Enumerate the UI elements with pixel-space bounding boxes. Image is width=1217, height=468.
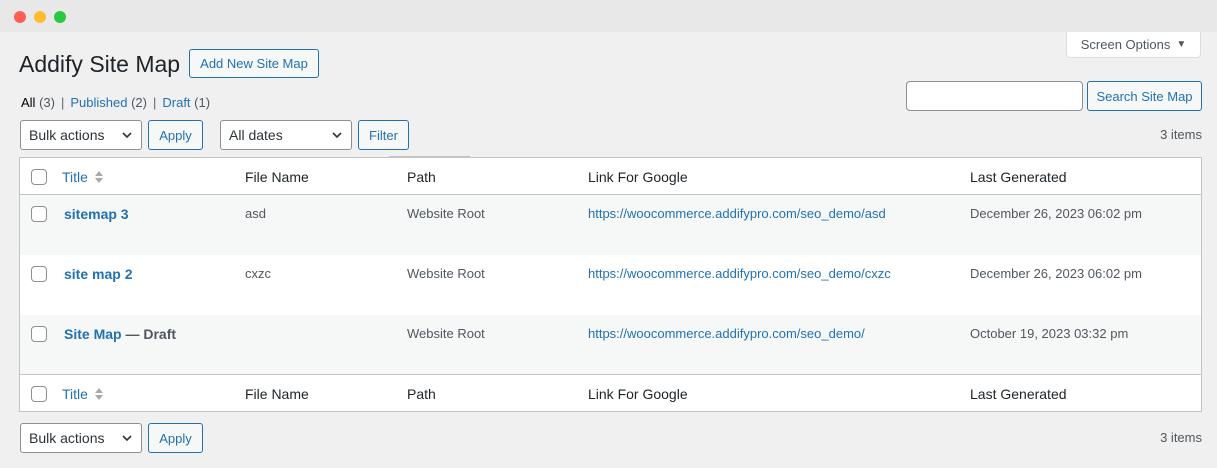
column-title-sortable[interactable]: Title (62, 386, 104, 402)
view-all-label: All (21, 95, 36, 110)
table-footer: Title File Name Path Link For Google Las… (20, 374, 1201, 411)
row-last-generated: December 26, 2023 06:02 pm (970, 266, 1142, 281)
row-checkbox[interactable] (31, 266, 47, 282)
page-title: Addify Site Map (19, 51, 181, 77)
view-published-count: (2) (131, 95, 147, 110)
window-close-icon[interactable] (14, 11, 26, 23)
dates-value: All dates (229, 127, 283, 143)
filter-button[interactable]: Filter (358, 120, 409, 150)
row-file-name: cxzc (245, 266, 271, 281)
column-link: Link For Google (588, 169, 688, 185)
dates-select[interactable]: All dates (220, 120, 352, 150)
row-last-generated: October 19, 2023 03:32 pm (970, 326, 1129, 341)
row-last-generated: December 26, 2023 06:02 pm (970, 206, 1142, 221)
view-filters: All (3) | Published (2) | Draft (1) (21, 95, 210, 110)
apply-button-bottom[interactable]: Apply (148, 423, 203, 453)
screen-options-label: Screen Options (1080, 37, 1171, 52)
screen-options-button[interactable]: Screen Options ▼ (1066, 32, 1201, 58)
column-file-name: File Name (245, 169, 309, 185)
view-all[interactable]: All (3) (21, 95, 55, 110)
chevron-down-icon (332, 132, 342, 139)
bulk-actions-value: Bulk actions (29, 430, 105, 446)
add-new-site-map-button[interactable]: Add New Site Map (189, 49, 319, 78)
site-map-table: Title File Name Path Link For Google Las… (19, 156, 1202, 412)
sort-arrows-icon (94, 388, 103, 400)
row-checkbox[interactable] (31, 326, 47, 342)
row-checkbox[interactable] (31, 206, 47, 222)
search-site-map-button[interactable]: Search Site Map (1087, 81, 1202, 111)
row-state: — Draft (121, 326, 177, 342)
items-count-top: 3 items (1160, 127, 1202, 142)
items-count-bottom: 3 items (1160, 430, 1202, 445)
table-row: site map 2 cxzc Website Root https://woo… (20, 255, 1201, 315)
view-published-label[interactable]: Published (70, 95, 127, 110)
window-maximize-icon[interactable] (54, 11, 66, 23)
row-title-link[interactable]: sitemap 3 (64, 206, 129, 222)
row-link[interactable]: https://woocommerce.addifypro.com/seo_de… (588, 206, 886, 221)
caret-down-icon: ▼ (1176, 39, 1187, 50)
column-link: Link For Google (588, 386, 688, 402)
select-all-checkbox[interactable] (31, 169, 47, 185)
view-separator: | (152, 95, 157, 110)
column-path: Path (407, 169, 436, 185)
view-draft-label[interactable]: Draft (162, 95, 190, 110)
apply-button-top[interactable]: Apply (148, 120, 203, 150)
column-title-sortable[interactable]: Title (62, 169, 104, 185)
row-link[interactable]: https://woocommerce.addifypro.com/seo_de… (588, 266, 891, 281)
column-title-label: Title (62, 386, 88, 402)
bulk-actions-select-bottom[interactable]: Bulk actions (20, 423, 142, 453)
view-separator: | (60, 95, 65, 110)
select-all-checkbox-bottom[interactable] (31, 386, 47, 402)
column-divider (389, 156, 470, 157)
view-draft-count: (1) (194, 95, 211, 110)
window-titlebar (0, 0, 1217, 32)
bulk-actions-select-top[interactable]: Bulk actions (20, 120, 142, 150)
row-title: sitemap 3 (64, 206, 129, 222)
table-row: Site Map — Draft Website Root https://wo… (20, 315, 1201, 374)
window-minimize-icon[interactable] (34, 11, 46, 23)
column-last-generated: Last Generated (970, 169, 1067, 185)
row-title: Site Map (64, 326, 122, 342)
row-link[interactable]: https://woocommerce.addifypro.com/seo_de… (588, 326, 865, 341)
row-path: Website Root (407, 326, 485, 341)
table-header: Title File Name Path Link For Google Las… (20, 158, 1201, 195)
row-path: Website Root (407, 266, 485, 281)
view-published[interactable]: Published (2) (70, 95, 147, 110)
row-file-name: asd (245, 206, 266, 221)
table-row: sitemap 3 asd Website Root https://wooco… (20, 195, 1201, 255)
column-last-generated: Last Generated (970, 386, 1067, 402)
view-draft[interactable]: Draft (1) (162, 95, 210, 110)
row-title-link[interactable]: site map 2 (64, 266, 132, 282)
bulk-actions-value: Bulk actions (29, 127, 105, 143)
column-path: Path (407, 386, 436, 402)
column-title-label: Title (62, 169, 88, 185)
row-title: site map 2 (64, 266, 133, 282)
view-all-count: (3) (39, 95, 55, 110)
row-path: Website Root (407, 206, 485, 221)
column-file-name: File Name (245, 386, 309, 402)
sort-arrows-icon (94, 171, 103, 183)
chevron-down-icon (122, 435, 132, 442)
search-input[interactable] (906, 81, 1083, 111)
chevron-down-icon (122, 132, 132, 139)
row-title-link[interactable]: Site Map — Draft (64, 326, 176, 342)
